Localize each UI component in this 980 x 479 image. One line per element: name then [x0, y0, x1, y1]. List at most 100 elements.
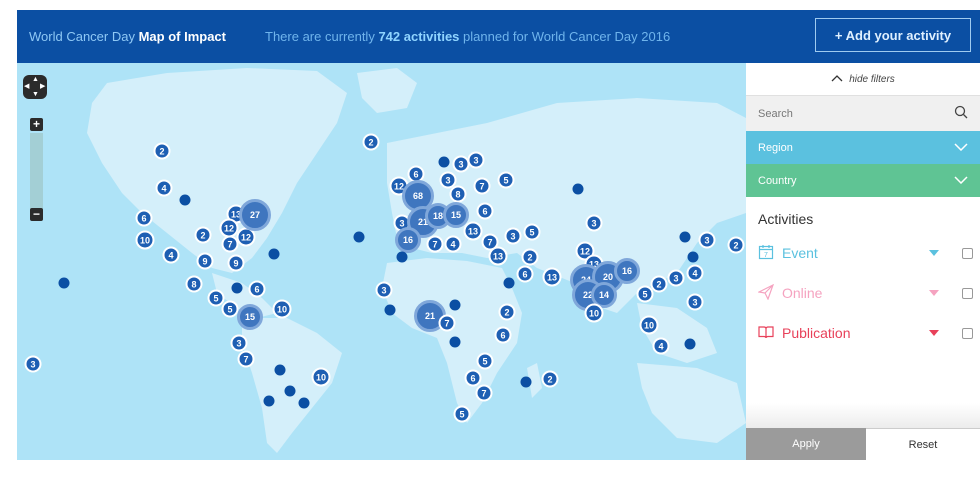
activity-cluster-marker[interactable]	[449, 336, 461, 348]
event-checkbox[interactable]	[962, 248, 973, 259]
activity-cluster-marker[interactable]	[572, 183, 584, 195]
region-dropdown[interactable]: Region	[746, 131, 980, 164]
msg-post: planned for World Cancer Day 2016	[463, 29, 671, 44]
event-expand-icon[interactable]	[929, 250, 939, 256]
activity-cluster-marker[interactable]: 16	[395, 227, 421, 253]
activity-cluster-marker[interactable]: 5	[636, 285, 654, 303]
activity-cluster-marker[interactable]: 5	[453, 405, 471, 423]
activity-count: 742 activities	[378, 29, 460, 44]
online-expand-icon[interactable]	[929, 290, 939, 296]
activity-cluster-marker[interactable]	[353, 231, 365, 243]
site-brand[interactable]: World Cancer Day Map of Impact	[29, 29, 226, 44]
activity-cluster-marker[interactable]: 5	[476, 352, 494, 370]
apply-button[interactable]: Apply	[746, 428, 866, 460]
activity-cluster-marker[interactable]	[684, 338, 696, 350]
activity-cluster-marker[interactable]: 9	[227, 254, 245, 272]
activity-cluster-marker[interactable]: 13	[463, 221, 483, 241]
activity-cluster-marker[interactable]	[396, 251, 408, 263]
activity-cluster-marker[interactable]: 3	[375, 281, 393, 299]
activity-cluster-marker[interactable]: 7	[473, 177, 491, 195]
search-field[interactable]: Search	[746, 95, 980, 131]
activity-cluster-marker[interactable]: 15	[237, 304, 263, 330]
activity-cluster-marker[interactable]: 10	[311, 367, 331, 387]
activity-filter-publication[interactable]: Publication	[746, 313, 980, 353]
activity-cluster-marker[interactable]: 6	[248, 280, 266, 298]
activity-cluster-marker[interactable]: 5	[221, 300, 239, 318]
activity-cluster-marker[interactable]: 9	[196, 252, 214, 270]
activity-cluster-marker[interactable]: 2	[727, 236, 745, 254]
activity-cluster-marker[interactable]: 10	[135, 230, 155, 250]
activity-cluster-marker[interactable]	[268, 248, 280, 260]
activity-cluster-marker[interactable]: 27	[239, 199, 271, 231]
activity-cluster-marker[interactable]: 8	[449, 185, 467, 203]
activity-cluster-marker[interactable]: 3	[504, 227, 522, 245]
activity-cluster-marker[interactable]	[679, 231, 691, 243]
activity-cluster-marker[interactable]: 3	[467, 151, 485, 169]
activity-cluster-marker[interactable]: 6	[464, 369, 482, 387]
activity-cluster-marker[interactable]: 3	[24, 355, 42, 373]
search-icon[interactable]	[954, 105, 968, 122]
activity-cluster-marker[interactable]	[274, 364, 286, 376]
activity-cluster-marker[interactable]: 4	[444, 235, 462, 253]
activity-cluster-marker[interactable]: 3	[585, 214, 603, 232]
activity-cluster-marker[interactable]	[687, 251, 699, 263]
activity-cluster-marker[interactable]	[263, 395, 275, 407]
activity-cluster-marker[interactable]: 7	[237, 350, 255, 368]
activity-cluster-marker[interactable]: 4	[652, 337, 670, 355]
zoom-out-button[interactable]: −	[30, 208, 43, 221]
activity-cluster-marker[interactable]: 6	[516, 265, 534, 283]
activity-cluster-marker[interactable]: 3	[230, 334, 248, 352]
activity-cluster-marker[interactable]: 6	[476, 202, 494, 220]
activity-cluster-marker[interactable]: 7	[475, 384, 493, 402]
activity-cluster-marker[interactable]: 2	[362, 133, 380, 151]
activity-cluster-marker[interactable]: 4	[155, 179, 173, 197]
activity-cluster-marker[interactable]: 2	[521, 248, 539, 266]
activity-cluster-marker[interactable]: 16	[614, 258, 640, 284]
country-dropdown[interactable]: Country	[746, 164, 980, 197]
publication-expand-icon[interactable]	[929, 330, 939, 336]
activity-cluster-marker[interactable]	[179, 194, 191, 206]
activity-cluster-marker[interactable]: 10	[272, 299, 292, 319]
world-map[interactable]: ▲ ▼ ◀ ▶ + − 2 2 4 6 10 4 2 9 13 12 7 12 27 9 8 5 6 5 15 10 3…	[17, 63, 746, 460]
activity-cluster-marker[interactable]: 2	[194, 226, 212, 244]
activity-cluster-marker[interactable]	[298, 397, 310, 409]
activity-cluster-marker[interactable]: 10	[639, 315, 659, 335]
activity-cluster-marker[interactable]: 5	[523, 223, 541, 241]
activity-cluster-marker[interactable]: 4	[686, 264, 704, 282]
activity-filter-event[interactable]: 7 Event	[746, 233, 980, 273]
activity-cluster-marker[interactable]: 3	[667, 269, 685, 287]
activity-cluster-marker[interactable]: 7	[426, 235, 444, 253]
activity-cluster-marker[interactable]: 7	[438, 314, 456, 332]
activity-cluster-marker[interactable]: 5	[497, 171, 515, 189]
activity-cluster-marker[interactable]: 6	[135, 209, 153, 227]
activity-cluster-marker[interactable]	[520, 376, 532, 388]
activity-cluster-marker[interactable]	[384, 304, 396, 316]
activity-cluster-marker[interactable]: 4	[162, 246, 180, 264]
hide-filters-toggle[interactable]: hide filters	[746, 63, 980, 95]
activity-cluster-marker[interactable]: 8	[185, 275, 203, 293]
activity-cluster-marker[interactable]: 13	[488, 246, 508, 266]
online-checkbox[interactable]	[962, 288, 973, 299]
activity-cluster-marker[interactable]: 13	[542, 267, 562, 287]
activity-cluster-marker[interactable]	[58, 277, 70, 289]
activity-filter-online[interactable]: Online	[746, 273, 980, 313]
activity-cluster-marker[interactable]: 2	[650, 275, 668, 293]
activity-cluster-marker[interactable]	[284, 385, 296, 397]
search-input[interactable]: Search	[758, 108, 793, 120]
activity-cluster-marker[interactable]: 6	[494, 326, 512, 344]
add-activity-button[interactable]: + Add your activity	[815, 18, 971, 52]
publication-checkbox[interactable]	[962, 328, 973, 339]
activity-cluster-marker[interactable]: 2	[541, 370, 559, 388]
activity-cluster-marker[interactable]	[231, 282, 243, 294]
activity-cluster-marker[interactable]: 10	[584, 303, 604, 323]
pan-control[interactable]: ▲ ▼ ◀ ▶	[23, 75, 47, 99]
activity-cluster-marker[interactable]: 2	[153, 142, 171, 160]
activity-cluster-marker[interactable]	[503, 277, 515, 289]
activity-cluster-marker[interactable]	[449, 299, 461, 311]
activity-cluster-marker[interactable]: 2	[498, 303, 516, 321]
activity-cluster-marker[interactable]: 3	[686, 293, 704, 311]
activity-cluster-marker[interactable]	[438, 156, 450, 168]
reset-button[interactable]: Reset	[866, 428, 980, 460]
zoom-in-button[interactable]: +	[30, 118, 43, 131]
activity-cluster-marker[interactable]: 3	[698, 231, 716, 249]
